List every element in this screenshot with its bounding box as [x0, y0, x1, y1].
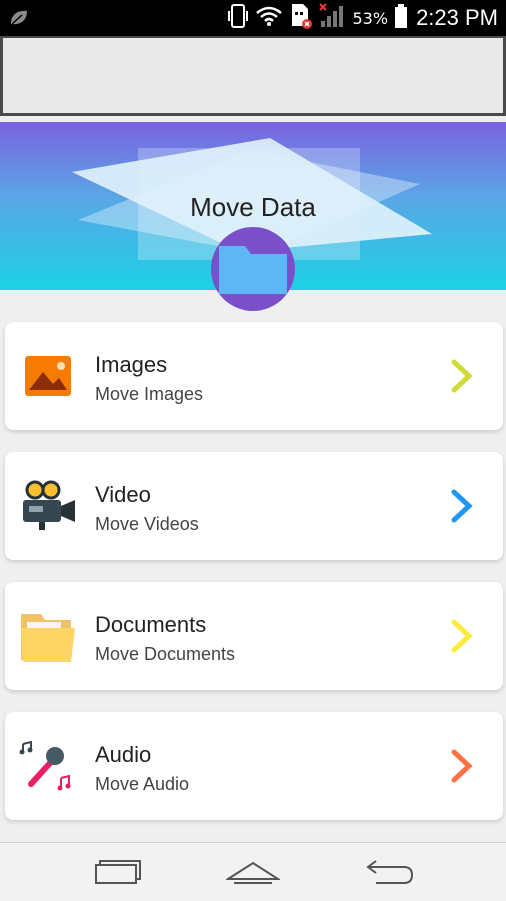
list-item-title: Audio [95, 742, 152, 767]
list-item-subtitle: Move Audio [95, 774, 190, 794]
wifi-icon [255, 5, 283, 32]
leaf-notification-icon [8, 8, 30, 33]
back-icon[interactable] [364, 857, 414, 892]
folder-icon [19, 608, 77, 666]
status-icons: 53% 2:23 PM [227, 0, 498, 36]
recent-apps-icon[interactable] [92, 857, 142, 892]
list-item-subtitle: Move Videos [95, 514, 199, 534]
vibrate-icon [227, 3, 249, 34]
home-icon[interactable] [224, 857, 282, 892]
battery-icon [394, 3, 408, 34]
list-item-title: Documents [95, 612, 207, 637]
list-item-title: Video [95, 482, 151, 507]
chevron-right-icon [449, 616, 475, 656]
battery-percent: 53% [352, 8, 389, 28]
list-item-subtitle: Move Documents [95, 644, 236, 664]
chevron-right-icon [449, 356, 475, 396]
page-title: Move Data [190, 192, 316, 222]
list-item-documents[interactable]: Documents Move Documents [5, 582, 503, 690]
status-bar: 53% 2:23 PM [0, 0, 506, 36]
sim-error-icon [289, 2, 313, 35]
image-icon [19, 348, 77, 406]
chevron-right-icon [449, 746, 475, 786]
system-nav-bar [0, 842, 506, 901]
list-item-audio[interactable]: Audio Move Audio [5, 712, 503, 820]
list-item-title: Images [95, 352, 168, 377]
chevron-right-icon [449, 486, 475, 526]
list-item-images[interactable]: Images Move Images [5, 322, 503, 430]
ad-banner[interactable] [0, 36, 506, 116]
clock: 2:23 PM [416, 5, 498, 30]
video-camera-icon [19, 478, 77, 536]
list-item-video[interactable]: Video Move Videos [5, 452, 503, 560]
microphone-music-icon [19, 738, 77, 796]
signal-icon [318, 2, 347, 34]
list-item-subtitle: Move Images [95, 384, 204, 404]
